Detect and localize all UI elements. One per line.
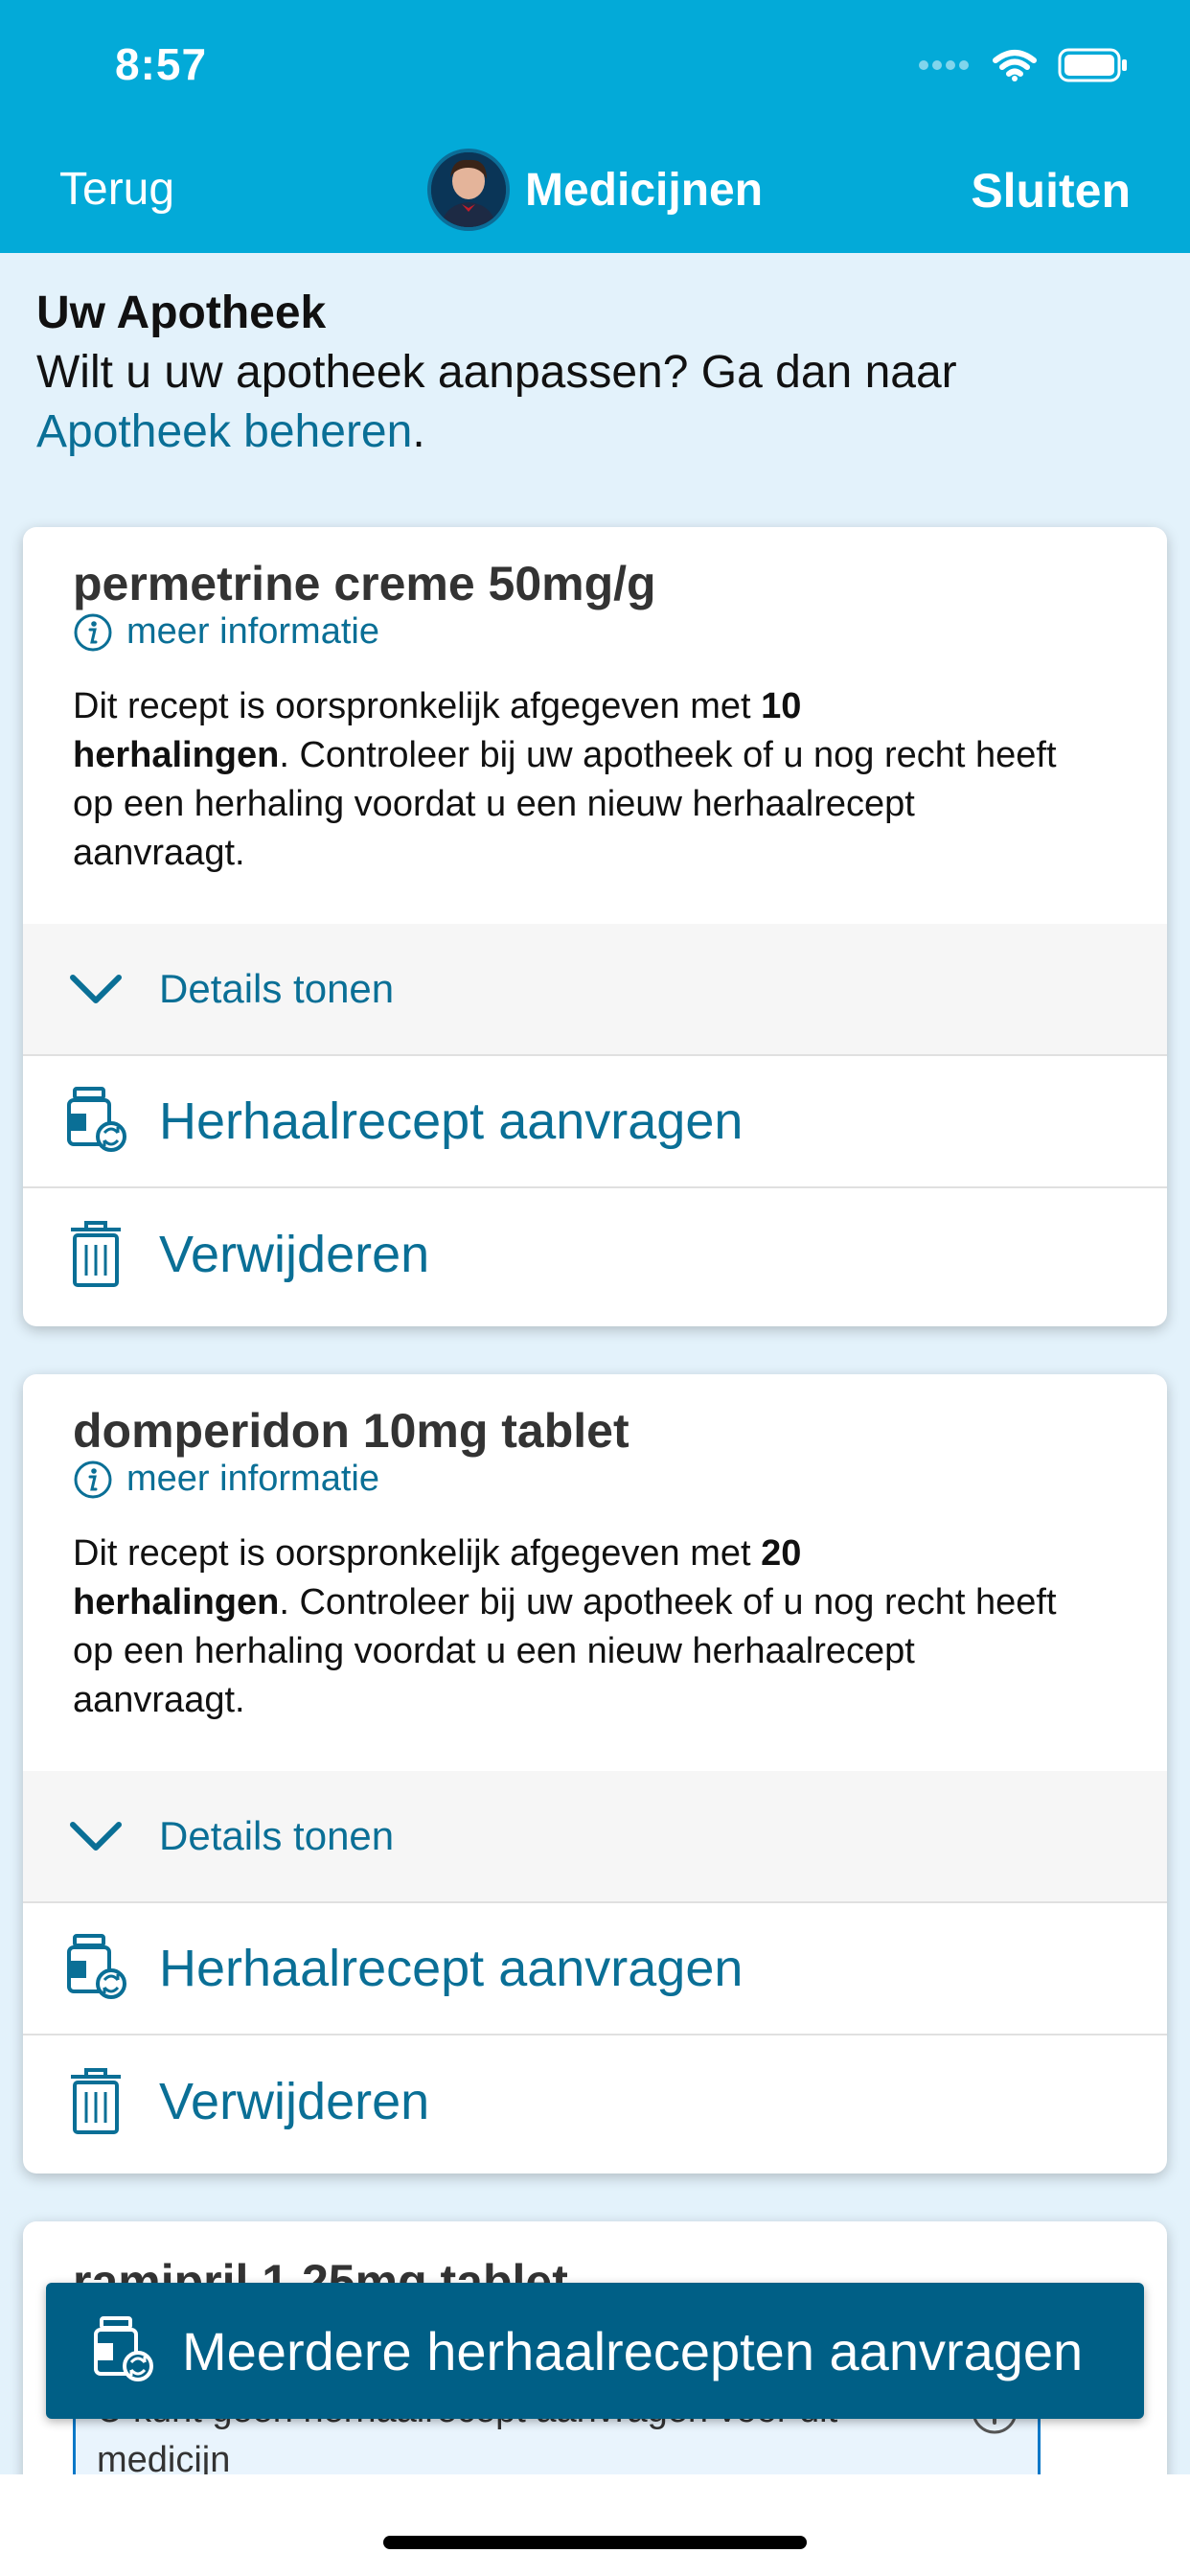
description-prefix: Dit recept is oorspronkelijk afgegeven m…	[73, 686, 762, 726]
battery-icon	[1058, 48, 1127, 82]
delete-button[interactable]: Verwijderen	[23, 1188, 1167, 1321]
refill-request-button[interactable]: Herhaalrecept aanvragen	[23, 1056, 1167, 1188]
status-time: 8:57	[115, 39, 208, 89]
medicine-description: Dit recept is oorspronkelijk afgegeven m…	[73, 682, 1069, 878]
medicine-refill-icon	[59, 1085, 132, 1158]
refill-word: herhalingen	[73, 735, 280, 775]
info-icon	[74, 613, 112, 651]
wifi-icon	[993, 50, 1037, 81]
details-label: Details tonen	[159, 966, 395, 1011]
more-info-link[interactable]: meer informatie	[73, 611, 379, 653]
medicine-refill-icon	[86, 2314, 159, 2387]
page-title: Medicijnen	[525, 164, 764, 216]
medicine-card: domperidon 10mg tablet meer informatie D…	[23, 1374, 1167, 2174]
trash-icon	[59, 1218, 132, 1291]
signal-icon	[919, 60, 969, 70]
medicine-refill-icon	[59, 1932, 132, 2005]
manage-pharmacy-link[interactable]: Apotheek beheren	[36, 406, 412, 457]
details-label: Details tonen	[159, 1813, 395, 1858]
request-multiple-refills-label: Meerdere herhaalrecepten aanvragen	[182, 2320, 1084, 2381]
trash-icon	[59, 2065, 132, 2138]
request-multiple-refills-button[interactable]: Meerdere herhaalrecepten aanvragen	[46, 2283, 1144, 2419]
chevron-down-icon	[59, 1800, 132, 1873]
more-info-link[interactable]: meer informatie	[73, 1459, 379, 1500]
info-icon	[74, 1460, 112, 1498]
refill-request-label: Herhaalrecept aanvragen	[159, 1940, 744, 1997]
home-indicator[interactable]	[383, 2536, 807, 2549]
pharmacy-text-suffix: .	[412, 406, 425, 457]
pharmacy-intro: Uw Apotheek Wilt u uw apotheek aanpassen…	[36, 284, 1157, 462]
more-info-label: meer informatie	[126, 1459, 379, 1499]
pharmacy-heading: Uw Apotheek	[36, 288, 327, 338]
avatar	[427, 149, 510, 231]
home-indicator-area	[0, 2474, 1190, 2576]
delete-label: Verwijderen	[159, 2073, 430, 2130]
medicine-name: permetrine creme 50mg/g	[73, 557, 656, 610]
delete-button[interactable]: Verwijderen	[23, 2036, 1167, 2168]
pharmacy-text-body: Wilt u uw apotheek aanpassen? Ga dan naa…	[36, 347, 957, 398]
details-toggle[interactable]: Details tonen	[23, 924, 1167, 1056]
avatar-portrait-icon	[431, 152, 506, 227]
refill-request-button[interactable]: Herhaalrecept aanvragen	[23, 1903, 1167, 2036]
nav-title-group: Medicijnen	[427, 148, 763, 232]
chevron-down-icon	[59, 953, 132, 1025]
medicine-card: permetrine creme 50mg/g meer informatie …	[23, 527, 1167, 1326]
medicine-name: domperidon 10mg tablet	[73, 1404, 629, 1458]
delete-label: Verwijderen	[159, 1226, 430, 1283]
app-header: 8:57 Terug Medicijnen Sluiten	[0, 0, 1190, 253]
medicine-description: Dit recept is oorspronkelijk afgegeven m…	[73, 1530, 1069, 1725]
pharmacy-text: Wilt u uw apotheek aanpassen? Ga dan naa…	[36, 343, 1157, 462]
status-indicators	[918, 46, 1129, 84]
refill-word: herhalingen	[73, 1582, 280, 1622]
description-prefix: Dit recept is oorspronkelijk afgegeven m…	[73, 1533, 762, 1574]
refill-request-label: Herhaalrecept aanvragen	[159, 1092, 744, 1150]
details-toggle[interactable]: Details tonen	[23, 1771, 1167, 1903]
close-button[interactable]: Sluiten	[971, 163, 1131, 218]
refill-count: 20	[761, 1533, 802, 1574]
refill-count: 10	[761, 686, 802, 726]
back-button[interactable]: Terug	[59, 163, 174, 216]
more-info-label: meer informatie	[126, 611, 379, 652]
